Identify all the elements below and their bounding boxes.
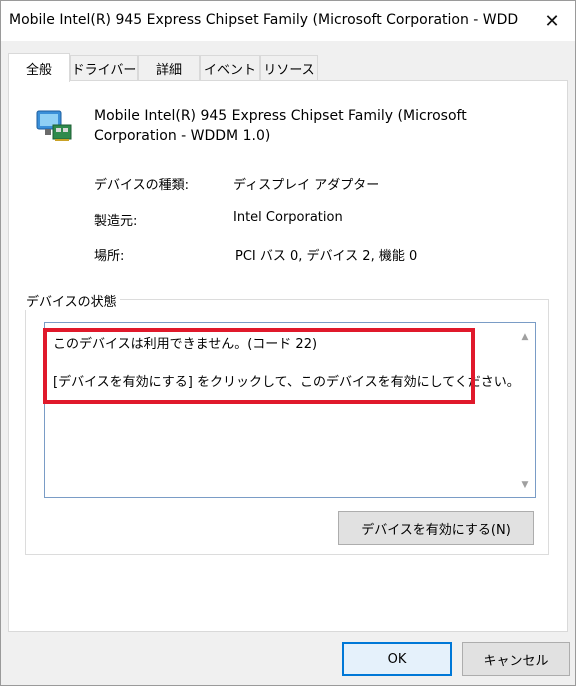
manufacturer-value: Intel Corporation bbox=[233, 210, 343, 225]
location-label: 場所: bbox=[94, 249, 125, 264]
display-adapter-icon bbox=[35, 105, 75, 145]
device-type-label: デバイスの種類: bbox=[94, 178, 189, 193]
ok-button[interactable]: OK bbox=[342, 642, 452, 676]
tab-resources[interactable]: リソース bbox=[260, 55, 318, 81]
location-value: PCI バス 0, デバイス 2, 機能 0 bbox=[235, 249, 418, 264]
close-button[interactable]: ✕ bbox=[529, 1, 575, 41]
tab-events[interactable]: イベント bbox=[200, 55, 260, 81]
status-message-line1: このデバイスは利用できません。(コード 22) bbox=[53, 337, 318, 352]
title-bar: Mobile Intel(R) 945 Express Chipset Fami… bbox=[1, 1, 575, 41]
general-tab-panel: Mobile Intel(R) 945 Express Chipset Fami… bbox=[8, 80, 568, 632]
device-status-title: デバイスの状態 bbox=[23, 291, 120, 310]
status-message-line2: [デバイスを有効にする] をクリックして、このデバイスを有効にしてください。 bbox=[53, 375, 520, 390]
device-properties-dialog: Mobile Intel(R) 945 Express Chipset Fami… bbox=[0, 0, 576, 686]
manufacturer-label: 製造元: bbox=[94, 214, 138, 229]
window-title: Mobile Intel(R) 945 Express Chipset Fami… bbox=[9, 12, 519, 28]
tab-driver[interactable]: ドライバー bbox=[70, 55, 138, 81]
scroll-down-arrow-icon[interactable]: ▼ bbox=[519, 479, 531, 491]
tab-general[interactable]: 全般 bbox=[8, 53, 70, 82]
enable-device-button[interactable]: デバイスを有効にする(N) bbox=[338, 511, 534, 545]
cancel-button[interactable]: キャンセル bbox=[462, 642, 570, 676]
device-type-value: ディスプレイ アダプター bbox=[233, 178, 380, 193]
device-name: Mobile Intel(R) 945 Express Chipset Fami… bbox=[94, 108, 467, 144]
scroll-up-arrow-icon[interactable]: ▲ bbox=[519, 331, 531, 343]
device-status-textbox[interactable]: このデバイスは利用できません。(コード 22) [デバイスを有効にする] をクリ… bbox=[44, 322, 536, 498]
tab-details[interactable]: 詳細 bbox=[138, 55, 200, 81]
close-icon: ✕ bbox=[544, 10, 560, 32]
